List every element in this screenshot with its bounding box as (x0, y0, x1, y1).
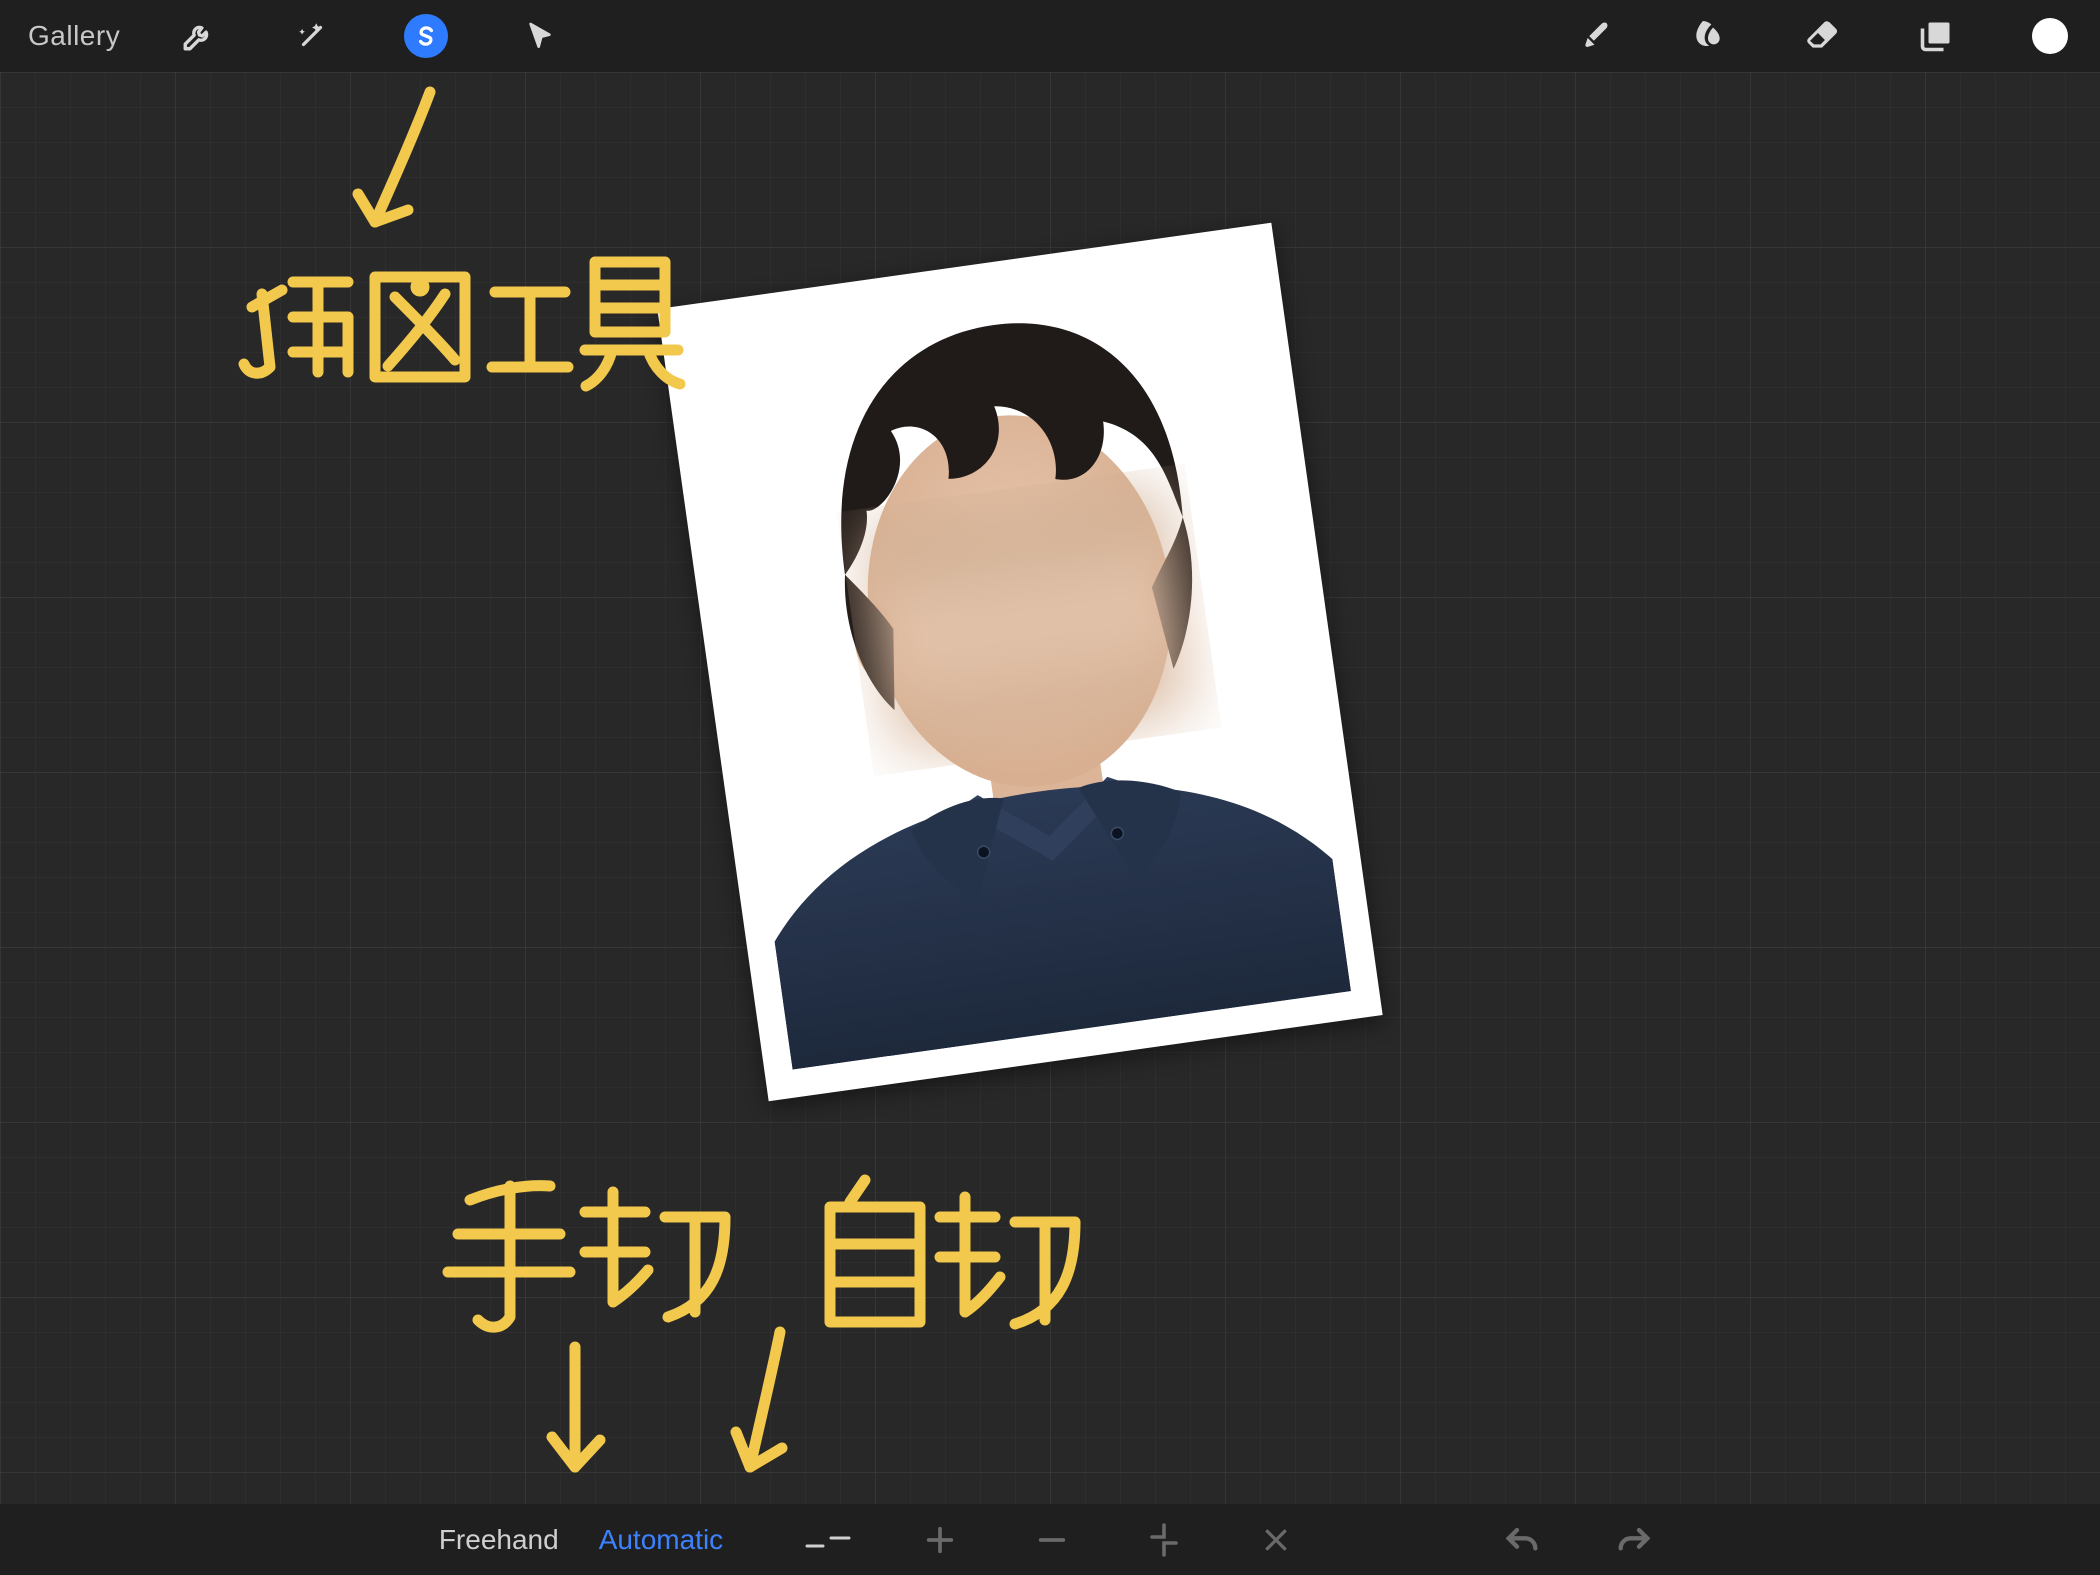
actions-button[interactable] (176, 14, 220, 58)
clear-selection-button[interactable] (1249, 1513, 1303, 1567)
adjustments-button[interactable] (290, 14, 334, 58)
canvas-photo-image (689, 254, 1351, 1069)
smudge-button[interactable] (1686, 14, 1730, 58)
bottom-toolbar: Freehand Automatic (0, 1504, 2100, 1575)
undo-button[interactable] (1495, 1513, 1549, 1567)
color-swatch-button[interactable] (2028, 14, 2072, 58)
canvas-photo[interactable] (657, 223, 1382, 1102)
layers-icon (1918, 18, 1954, 54)
feather-icon (805, 1528, 851, 1552)
brush-button[interactable] (1572, 14, 1616, 58)
brush-icon (1575, 17, 1613, 55)
add-selection-button[interactable] (913, 1513, 967, 1567)
redo-icon (1614, 1523, 1654, 1557)
magic-wand-icon (295, 19, 329, 53)
layers-button[interactable] (1914, 14, 1958, 58)
color-swatch-icon (2032, 18, 2068, 54)
automatic-mode-button[interactable]: Automatic (599, 1524, 724, 1556)
tool-group-right (1572, 14, 2072, 58)
eraser-icon (1802, 16, 1842, 56)
minus-icon (1035, 1523, 1069, 1557)
wrench-icon (181, 19, 215, 53)
top-toolbar: Gallery (0, 0, 2100, 72)
transform-button[interactable] (518, 14, 562, 58)
redo-button[interactable] (1607, 1513, 1661, 1567)
invert-selection-button[interactable] (1137, 1513, 1191, 1567)
gallery-button[interactable]: Gallery (28, 20, 120, 52)
canvas[interactable] (0, 72, 2100, 1504)
tool-group-left (176, 14, 562, 58)
x-icon (1261, 1525, 1291, 1555)
subtract-selection-button[interactable] (1025, 1513, 1079, 1567)
undo-icon (1502, 1523, 1542, 1557)
eraser-button[interactable] (1800, 14, 1844, 58)
plus-icon (923, 1523, 957, 1557)
invert-icon (1146, 1522, 1182, 1558)
smudge-icon (1688, 16, 1728, 56)
cursor-arrow-icon (524, 20, 556, 52)
freehand-mode-button[interactable]: Freehand (439, 1524, 559, 1556)
selection-s-icon (413, 23, 439, 49)
selection-button[interactable] (404, 14, 448, 58)
feather-button[interactable] (801, 1513, 855, 1567)
